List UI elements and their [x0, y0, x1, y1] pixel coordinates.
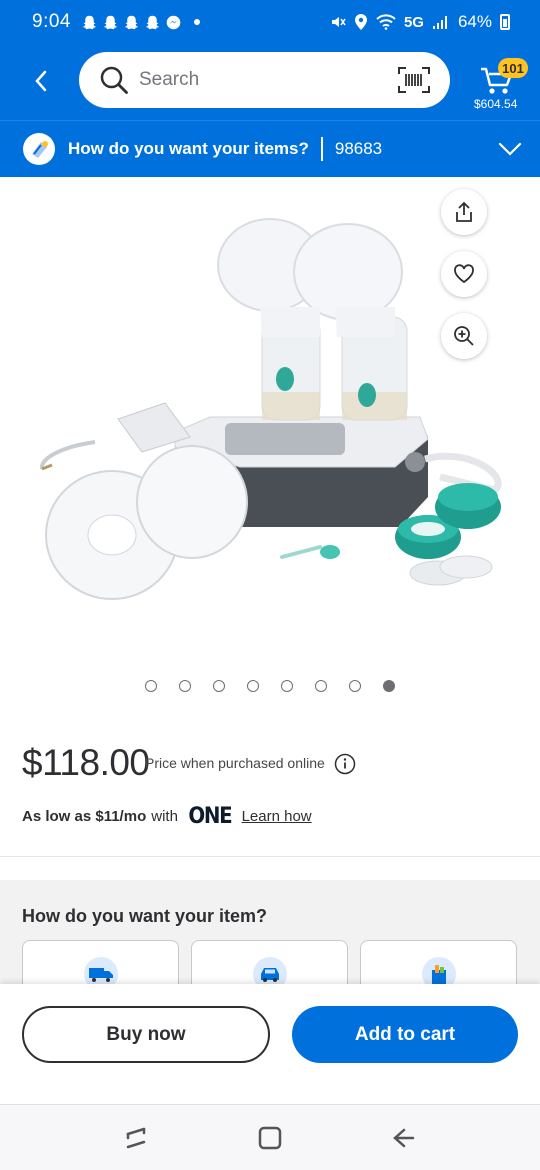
- back-nav-icon[interactable]: [390, 1125, 416, 1151]
- back-button[interactable]: [22, 62, 60, 100]
- snapchat-icon: [103, 15, 118, 29]
- info-icon[interactable]: [334, 753, 356, 775]
- gallery-dot[interactable]: [281, 680, 293, 692]
- location-icon: [354, 14, 367, 30]
- favorite-button[interactable]: [441, 251, 487, 297]
- snapchat-icon: [145, 15, 160, 29]
- product-price: $118.00: [22, 742, 150, 783]
- more-notifications-dot: [193, 19, 200, 25]
- gallery-dot[interactable]: [247, 680, 259, 692]
- fulfillment-bar[interactable]: How do you want your items? 98683: [0, 120, 540, 177]
- cart-total: $604.54: [474, 97, 518, 111]
- snapchat-icon: [82, 15, 97, 29]
- chevron-down-icon[interactable]: [498, 142, 522, 156]
- notification-icons: [81, 14, 200, 31]
- fulfillment-section-title: How do you want your item?: [22, 906, 268, 926]
- battery-icon: [500, 14, 510, 30]
- financing-row: As low as $11/mo with ONE Learn how: [22, 804, 312, 829]
- financing-text: As low as $11/mo: [22, 808, 147, 825]
- gallery-dot[interactable]: [383, 680, 395, 692]
- signal-icon: [432, 16, 447, 29]
- mute-icon: [331, 17, 346, 27]
- status-time: 9:04: [32, 11, 71, 32]
- purchase-actions: Buy now Add to cart: [0, 984, 540, 1104]
- app-header: Search 101 $604.54: [0, 44, 540, 120]
- learn-how-link[interactable]: Learn how: [242, 808, 312, 825]
- barcode-scanner-icon[interactable]: [398, 67, 430, 93]
- divider: [320, 137, 323, 161]
- gallery-dot[interactable]: [213, 680, 225, 692]
- fulfillment-question: How do you want your items?: [68, 139, 309, 158]
- fulfillment-icon: [23, 133, 55, 165]
- search-bar[interactable]: Search: [79, 52, 450, 108]
- gallery-dot[interactable]: [315, 680, 327, 692]
- gallery-dot[interactable]: [349, 680, 361, 692]
- home-icon[interactable]: [257, 1125, 283, 1151]
- snapchat-icon: [124, 15, 139, 29]
- zoom-button[interactable]: [441, 313, 487, 359]
- add-to-cart-button[interactable]: Add to cart: [292, 1006, 518, 1063]
- price-note: Price when purchased online: [145, 755, 325, 771]
- system-icons: 5G 64%: [330, 12, 510, 32]
- system-navigation-bar: [0, 1104, 540, 1170]
- gallery-dot[interactable]: [145, 680, 157, 692]
- search-icon: [100, 66, 128, 94]
- buy-now-button[interactable]: Buy now: [22, 1006, 270, 1063]
- status-bar: 9:04 5G 64%: [0, 0, 540, 44]
- cart-count-badge: 101: [498, 58, 528, 78]
- recent-apps-icon[interactable]: [124, 1125, 150, 1151]
- cart-button[interactable]: 101 $604.54: [472, 56, 528, 116]
- one-logo: ONE: [188, 804, 232, 829]
- search-placeholder[interactable]: Search: [139, 69, 199, 91]
- messenger-icon: [166, 15, 181, 29]
- zoom-in-icon: [454, 326, 474, 346]
- financing-with: with: [151, 808, 178, 825]
- share-button[interactable]: [441, 189, 487, 235]
- wifi-icon: [376, 14, 396, 30]
- breast-pump-product-image[interactable]: [0, 177, 540, 657]
- fulfillment-section: How do you want your item?: [0, 880, 540, 1010]
- network-label: 5G: [403, 13, 424, 31]
- product-image-gallery[interactable]: [0, 177, 540, 707]
- share-icon: [456, 201, 472, 222]
- gallery-pagination[interactable]: [0, 680, 540, 692]
- gallery-dot[interactable]: [179, 680, 191, 692]
- battery-percent: 64%: [457, 12, 492, 31]
- section-divider: [0, 856, 540, 857]
- chevron-left-icon: [35, 70, 47, 92]
- heart-icon: [454, 264, 474, 284]
- zip-code: 98683: [334, 139, 383, 158]
